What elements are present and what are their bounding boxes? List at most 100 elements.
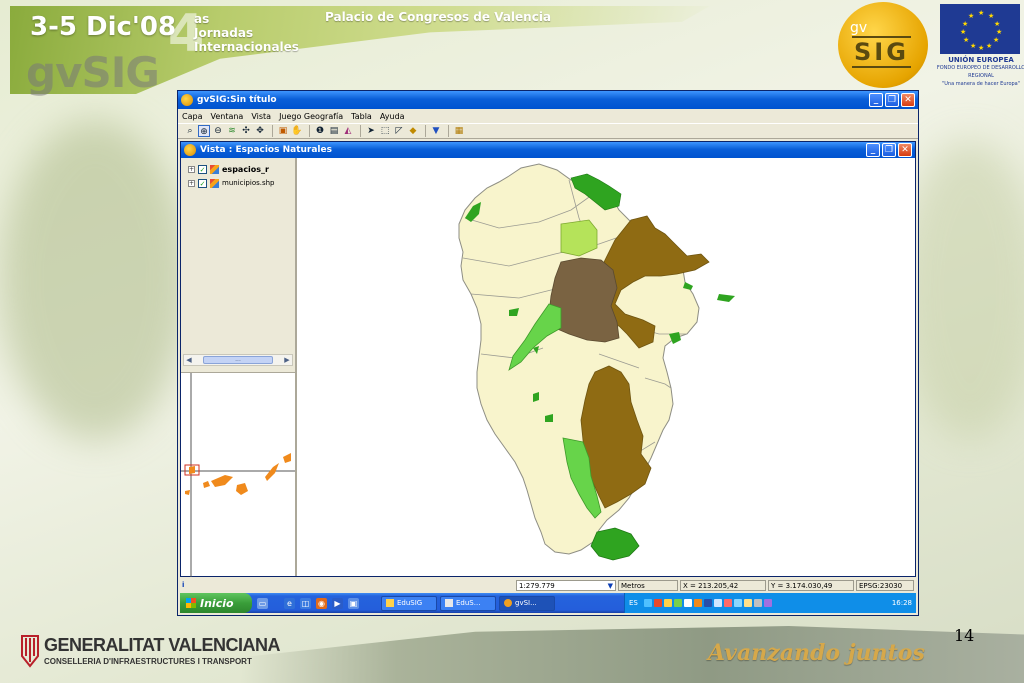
language-indicator[interactable]: ES [629, 599, 638, 607]
info-icon: i [182, 581, 185, 589]
scroll-left-icon[interactable]: ◀ [184, 356, 194, 364]
y-coordinate: Y = 3.174.030,49 [768, 579, 854, 591]
app-titlebar[interactable]: gvSIG:Sin título _ ❐ ✕ [178, 91, 918, 109]
menu-juego-geografia[interactable]: Juego Geografía [279, 112, 343, 121]
island-gran-canaria [236, 483, 248, 495]
layer-name: municipios.shp [222, 179, 275, 187]
quicklaunch-explorer-icon[interactable]: ◫ [300, 597, 311, 609]
generalitat-name: GENERALITAT VALENCIANA [44, 635, 281, 655]
zoom-select-icon[interactable]: ⌕ [184, 125, 196, 137]
quicklaunch-media-icon[interactable]: ▶ [332, 597, 343, 609]
area-lime-north [560, 219, 598, 257]
zoom-in-icon[interactable]: ⊕ [198, 125, 210, 137]
filter-icon[interactable]: ▼ [430, 125, 442, 137]
tray-network-icon[interactable] [643, 599, 652, 607]
tray-java-icon[interactable] [693, 599, 702, 607]
close-button[interactable]: ✕ [901, 93, 915, 107]
event-line-3: Internacionales [194, 40, 299, 54]
menu-tabla[interactable]: Tabla [351, 112, 372, 121]
layer-panel: + ✓ espacios_r + ✓ municipios.shp ◀ ... … [181, 158, 297, 577]
layer-visibility-checkbox[interactable]: ✓ [198, 178, 207, 188]
zoom-full-icon[interactable]: ✣ [240, 125, 252, 137]
tray-antivirus-icon[interactable] [653, 599, 662, 607]
app-title: gvSIG:Sin título [197, 95, 277, 105]
quicklaunch-ie-icon[interactable]: e [284, 597, 295, 609]
zoom-out-icon[interactable]: ⊖ [212, 125, 224, 137]
tray-power-icon[interactable] [743, 599, 752, 607]
gvsig-app-window: gvSIG:Sin título _ ❐ ✕ Capa Ventana Vist… [177, 90, 919, 616]
task-button-edus[interactable]: EduS... [440, 595, 496, 611]
layer-panel-scrollbar[interactable]: ◀ ... ▶ [183, 354, 293, 366]
tray-misc-icon[interactable] [763, 599, 772, 607]
event-venue: Palacio de Congresos de Valencia [325, 10, 552, 24]
tray-alert-icon[interactable] [723, 599, 732, 607]
view-titlebar[interactable]: Vista : Espacios Naturales _ ❐ ✕ [181, 142, 915, 158]
event-line-1: as [194, 12, 210, 26]
scroll-thumb[interactable]: ... [203, 356, 273, 364]
layer-name: espacios_r [222, 164, 269, 174]
scale-value: 1:279.779 [519, 581, 555, 590]
info-icon[interactable]: ❶ [314, 125, 326, 137]
document-icon [445, 599, 453, 607]
expand-icon[interactable]: + [188, 179, 195, 187]
minimize-button[interactable]: _ [869, 93, 883, 107]
layers-icon[interactable]: ≋ [226, 125, 238, 137]
generalitat-logo [21, 635, 39, 668]
select-layer-icon[interactable]: ◆ [407, 125, 419, 137]
print-icon[interactable]: ▤ [328, 125, 340, 137]
scroll-right-icon[interactable]: ▶ [282, 356, 292, 364]
eu-star: ★ [962, 20, 969, 28]
layer-row[interactable]: + ✓ espacios_r [183, 162, 293, 176]
layer-visibility-checkbox[interactable]: ✓ [198, 164, 207, 174]
select-rect-icon[interactable]: ⬚ [379, 125, 391, 137]
tray-bluetooth-icon[interactable] [703, 599, 712, 607]
background-texture [0, 120, 190, 440]
island-tenerife [211, 475, 233, 487]
island-la-gomera [203, 481, 210, 488]
start-label: Inicio [200, 596, 234, 610]
polygon-layer-icon [210, 164, 219, 174]
menu-vista[interactable]: Vista [251, 112, 271, 121]
island-lanzarote [283, 453, 291, 463]
start-button[interactable]: Inicio [180, 593, 252, 613]
layer-tree: + ✓ espacios_r + ✓ municipios.shp [181, 158, 295, 354]
eu-star: ★ [986, 42, 993, 50]
expand-icon[interactable]: + [188, 165, 195, 173]
view-close-button[interactable]: ✕ [898, 143, 912, 157]
menu-capa[interactable]: Capa [182, 112, 202, 121]
quicklaunch-desktop-icon[interactable]: ▭ [257, 597, 268, 609]
task-button-edusig[interactable]: EduSIG [381, 595, 437, 611]
layer-row[interactable]: + ✓ municipios.shp [183, 176, 293, 190]
locator-map-canvas [181, 373, 295, 577]
restore-button[interactable]: ❐ [885, 93, 899, 107]
select-poly-icon[interactable]: ◸ [393, 125, 405, 137]
quicklaunch-firefox-icon[interactable]: ◉ [316, 597, 327, 609]
tray-update-icon[interactable] [673, 599, 682, 607]
zoom-extent-icon[interactable]: ✥ [254, 125, 266, 137]
quicklaunch-app-icon[interactable]: ▣ [348, 597, 359, 609]
view-restore-button[interactable]: ❐ [882, 143, 896, 157]
select-pointer-icon[interactable]: ➤ [365, 125, 377, 137]
chevron-down-icon[interactable]: ▼ [608, 581, 613, 590]
pan-hand-icon[interactable]: ✋ [291, 125, 303, 137]
polygon-layer-icon [210, 178, 219, 188]
menu-ayuda[interactable]: Ayuda [380, 112, 405, 121]
gvsig-icon [504, 599, 512, 607]
task-button-gvsig[interactable]: gvSI... [499, 595, 555, 611]
tray-display-icon[interactable] [683, 599, 692, 607]
eu-flag: ★ ★ ★ ★ ★ ★ ★ ★ ★ ★ ★ ★ [940, 4, 1020, 54]
tray-usb-icon[interactable] [753, 599, 762, 607]
frame-icon[interactable]: ▣ [277, 125, 289, 137]
scale-selector[interactable]: 1:279.779 ▼ [516, 579, 616, 591]
map-canvas[interactable] [299, 158, 915, 576]
tray-messenger-icon[interactable] [663, 599, 672, 607]
view-minimize-button[interactable]: _ [866, 143, 880, 157]
tray-volume-icon[interactable] [713, 599, 722, 607]
table-icon[interactable]: ▦ [453, 125, 465, 137]
eu-star: ★ [996, 28, 1003, 36]
measure-icon[interactable]: ◭ [342, 125, 354, 137]
menu-ventana[interactable]: Ventana [210, 112, 243, 121]
folder-icon [386, 599, 394, 607]
tray-wifi-icon[interactable] [733, 599, 742, 607]
locator-map[interactable] [181, 372, 295, 577]
